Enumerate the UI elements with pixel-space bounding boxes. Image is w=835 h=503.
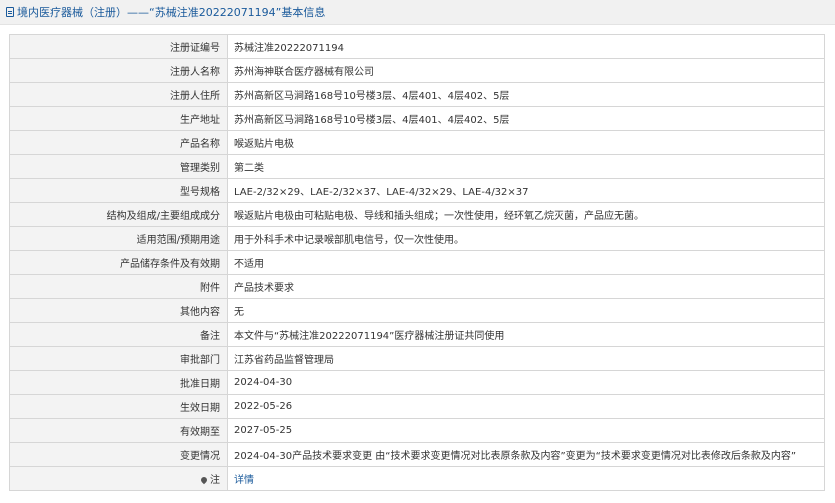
table-row-note: 注 详情: [9, 466, 825, 491]
row-value: 江苏省药品监督管理局: [227, 346, 825, 371]
row-value: 喉返贴片电极: [227, 130, 825, 155]
table-row: 产品名称 喉返贴片电极: [9, 130, 825, 155]
row-value: 产品技术要求: [227, 274, 825, 299]
table-row: 管理类别 第二类: [9, 154, 825, 179]
details-link[interactable]: 详情: [234, 475, 254, 486]
row-label: 其他内容: [9, 298, 228, 323]
row-label: 结构及组成/主要组成成分: [9, 202, 228, 227]
row-value: 2027-05-25: [227, 418, 825, 443]
row-label: 注册人住所: [9, 82, 228, 107]
row-label: 生效日期: [9, 394, 228, 419]
table-row: 其他内容无: [9, 298, 825, 323]
table-row: 注册人名称 苏州海神联合医疗器械有限公司: [9, 58, 825, 83]
table-row: 型号规格 LAE-2/32×29、LAE-2/32×37、LAE-4/32×29、…: [9, 178, 825, 203]
row-label: 审批部门: [9, 346, 228, 371]
row-label: 备注: [9, 322, 228, 347]
row-value: 本文件与“苏械注准20222071194”医疗器械注册证共同使用: [227, 322, 825, 347]
page-header: 境内医疗器械（注册）——“苏械注准20222071194”基本信息: [0, 0, 835, 25]
row-label: 注册证编号: [9, 34, 228, 59]
row-label: 管理类别: [9, 154, 228, 179]
table-row: 有效期至 2027-05-25: [9, 418, 825, 443]
row-value: 用于外科手术中记录喉部肌电信号，仅一次性使用。: [227, 226, 825, 251]
row-label: 产品名称: [9, 130, 228, 155]
row-value: 苏州高新区马涧路168号10号楼3层、4层401、4层402、5层: [227, 106, 825, 131]
row-value: 2024-04-30: [227, 370, 825, 395]
row-value: 苏州高新区马涧路168号10号楼3层、4层401、4层402、5层: [227, 82, 825, 107]
row-value: LAE-2/32×29、LAE-2/32×37、LAE-4/32×29、LAE-…: [227, 178, 825, 203]
row-label: 变更情况: [9, 442, 228, 467]
row-label: 产品储存条件及有效期: [9, 250, 228, 275]
row-value: 苏械注准20222071194: [227, 34, 825, 59]
info-table-wrapper: 注册证编号 苏械注准20222071194 注册人名称 苏州海神联合医疗器械有限公司…: [9, 34, 825, 491]
row-value: 喉返贴片电极由可粘贴电极、导线和插头组成；一次性使用，经环氧乙烷灭菌，产品应无菌…: [227, 202, 825, 227]
row-value: 苏州海神联合医疗器械有限公司: [227, 58, 825, 83]
table-row: 生产地址 苏州高新区马涧路168号10号楼3层、4层401、4层402、5层: [9, 106, 825, 131]
table-row: 注册人住所 苏州高新区马涧路168号10号楼3层、4层401、4层402、5层: [9, 82, 825, 107]
row-label: 适用范围/预期用途: [9, 226, 228, 251]
table-row: 产品储存条件及有效期 不适用: [9, 250, 825, 275]
table-row: 结构及组成/主要组成成分 喉返贴片电极由可粘贴电极、导线和插头组成；一次性使用，经…: [9, 202, 825, 227]
row-label-note: 注: [9, 466, 228, 491]
row-label: 注册人名称: [9, 58, 228, 83]
row-label: 有效期至: [9, 418, 228, 443]
row-label: 型号规格: [9, 178, 228, 203]
page-title: 境内医疗器械（注册）——“苏械注准20222071194”基本信息: [17, 6, 326, 19]
table-row: 审批部门 江苏省药品监督管理局: [9, 346, 825, 371]
table-row: 注册证编号 苏械注准20222071194: [9, 34, 825, 59]
row-value: 不适用: [227, 250, 825, 275]
row-value-note: 详情: [227, 466, 825, 491]
row-label: 批准日期: [9, 370, 228, 395]
row-value: 无: [227, 298, 825, 323]
info-table: 注册证编号 苏械注准20222071194 注册人名称 苏州海神联合医疗器械有限公司…: [9, 34, 825, 491]
row-label: 附件: [9, 274, 228, 299]
row-value: 2022-05-26: [227, 394, 825, 419]
table-row: 备注 本文件与“苏械注准20222071194”医疗器械注册证共同使用: [9, 322, 825, 347]
table-row: 适用范围/预期用途 用于外科手术中记录喉部肌电信号，仅一次性使用。: [9, 226, 825, 251]
table-row: 生效日期 2022-05-26: [9, 394, 825, 419]
note-label: 注: [210, 475, 220, 486]
table-row: 变更情况 2024-04-30产品技术要求变更 由“技术要求变更情况对比表原条款及…: [9, 442, 825, 467]
table-row: 附件 产品技术要求: [9, 274, 825, 299]
row-value: 第二类: [227, 154, 825, 179]
document-icon: [6, 7, 14, 17]
map-pin-icon: [199, 475, 209, 485]
row-value: 2024-04-30产品技术要求变更 由“技术要求变更情况对比表原条款及内容”变…: [227, 442, 825, 467]
table-row: 批准日期 2024-04-30: [9, 370, 825, 395]
row-label: 生产地址: [9, 106, 228, 131]
